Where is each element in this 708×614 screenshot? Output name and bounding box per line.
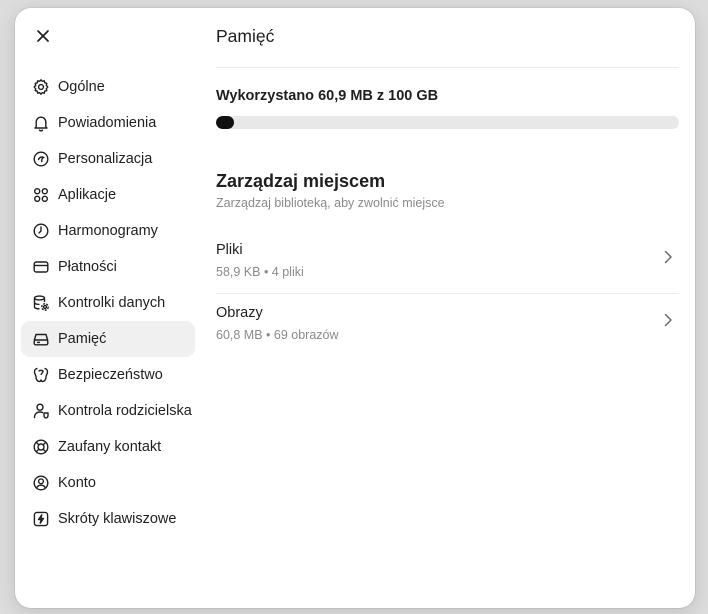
parental-icon	[32, 402, 50, 420]
sidebar-item-platnosci[interactable]: Płatności	[21, 249, 195, 285]
sidebar-item-label: Zaufany kontakt	[58, 439, 162, 455]
sidebar-item-harmonogramy[interactable]: Harmonogramy	[21, 213, 195, 249]
storage-progress-fill	[216, 116, 234, 129]
chevron-right-icon	[661, 250, 675, 264]
sidebar-item-label: Kontrolki danych	[58, 295, 166, 311]
page-title: Pamięć	[216, 26, 275, 46]
row-meta: 58,9 KB • 4 pliki	[216, 265, 304, 279]
sidebar-item-label: Pamięć	[58, 331, 107, 347]
sidebar-item-konto[interactable]: Konto	[21, 465, 195, 501]
sidebar-item-label: Ogólne	[58, 79, 105, 95]
bell-icon	[32, 114, 50, 132]
sidebar-item-kontrola-rodzicielska[interactable]: Kontrola rodzicielska	[21, 393, 195, 429]
manage-space-title: Zarządzaj miejscem	[216, 171, 386, 191]
storage-usage-label: Wykorzystano 60,9 MB z 100 GB	[216, 88, 439, 104]
sidebar-item-label: Aplikacje	[58, 187, 117, 203]
sidebar-item-label: Bezpieczeństwo	[58, 367, 163, 383]
gear-icon	[32, 78, 50, 96]
sidebar-item-kontrolki-danych[interactable]: Kontrolki danych	[21, 285, 195, 321]
row-divider	[216, 293, 679, 294]
lifebuoy-icon	[32, 438, 50, 456]
sidebar-item-label: Skróty klawiszowe	[58, 511, 177, 527]
row-meta: 60,8 MB • 69 obrazów	[216, 328, 339, 342]
sidebar-item-label: Płatności	[58, 259, 117, 275]
row-title: Obrazy	[216, 305, 263, 321]
header-divider	[216, 67, 679, 68]
database-gear-icon	[32, 294, 50, 312]
sidebar-item-label: Personalizacja	[58, 151, 153, 167]
row-title: Pliki	[216, 242, 243, 258]
sidebar-item-label: Konto	[58, 475, 96, 491]
user-circle-icon	[32, 474, 50, 492]
sidebar-item-powiadomienia[interactable]: Powiadomienia	[21, 105, 195, 141]
shortcut-icon	[32, 510, 50, 528]
sidebar-item-aplikacje[interactable]: Aplikacje	[21, 177, 195, 213]
card-icon	[32, 258, 50, 276]
storage-row-images[interactable]: Obrazy 60,8 MB • 69 obrazów	[216, 297, 679, 353]
sidebar-item-label: Kontrola rodzicielska	[58, 403, 192, 419]
manage-space-subtitle: Zarządzaj biblioteką, aby zwolnić miejsc…	[216, 196, 445, 210]
sidebar-item-zaufany-kontakt[interactable]: Zaufany kontakt	[21, 429, 195, 465]
close-icon	[36, 29, 50, 48]
close-button[interactable]	[32, 27, 54, 49]
settings-dialog: Ogólne Powiadomienia Personalizacja Apli…	[15, 8, 695, 608]
sidebar-item-bezpieczenstwo[interactable]: Bezpieczeństwo	[21, 357, 195, 393]
storage-row-files[interactable]: Pliki 58,9 KB • 4 pliki	[216, 234, 679, 290]
storage-icon	[32, 330, 50, 348]
sidebar-item-label: Powiadomienia	[58, 115, 157, 131]
sidebar-item-personalizacja[interactable]: Personalizacja	[21, 141, 195, 177]
sidebar-item-label: Harmonogramy	[58, 223, 158, 239]
storage-progress-bar	[216, 116, 679, 129]
sidebar-item-ogolne[interactable]: Ogólne	[21, 69, 195, 105]
sidebar-item-pamiec[interactable]: Pamięć	[21, 321, 195, 357]
palette-icon	[32, 150, 50, 168]
sidebar-item-skroty-klawiszowe[interactable]: Skróty klawiszowe	[21, 501, 195, 537]
settings-sidebar: Ogólne Powiadomienia Personalizacja Apli…	[21, 69, 195, 537]
apps-grid-icon	[32, 186, 50, 204]
clock-icon	[32, 222, 50, 240]
security-icon	[32, 366, 50, 384]
chevron-right-icon	[661, 313, 675, 327]
